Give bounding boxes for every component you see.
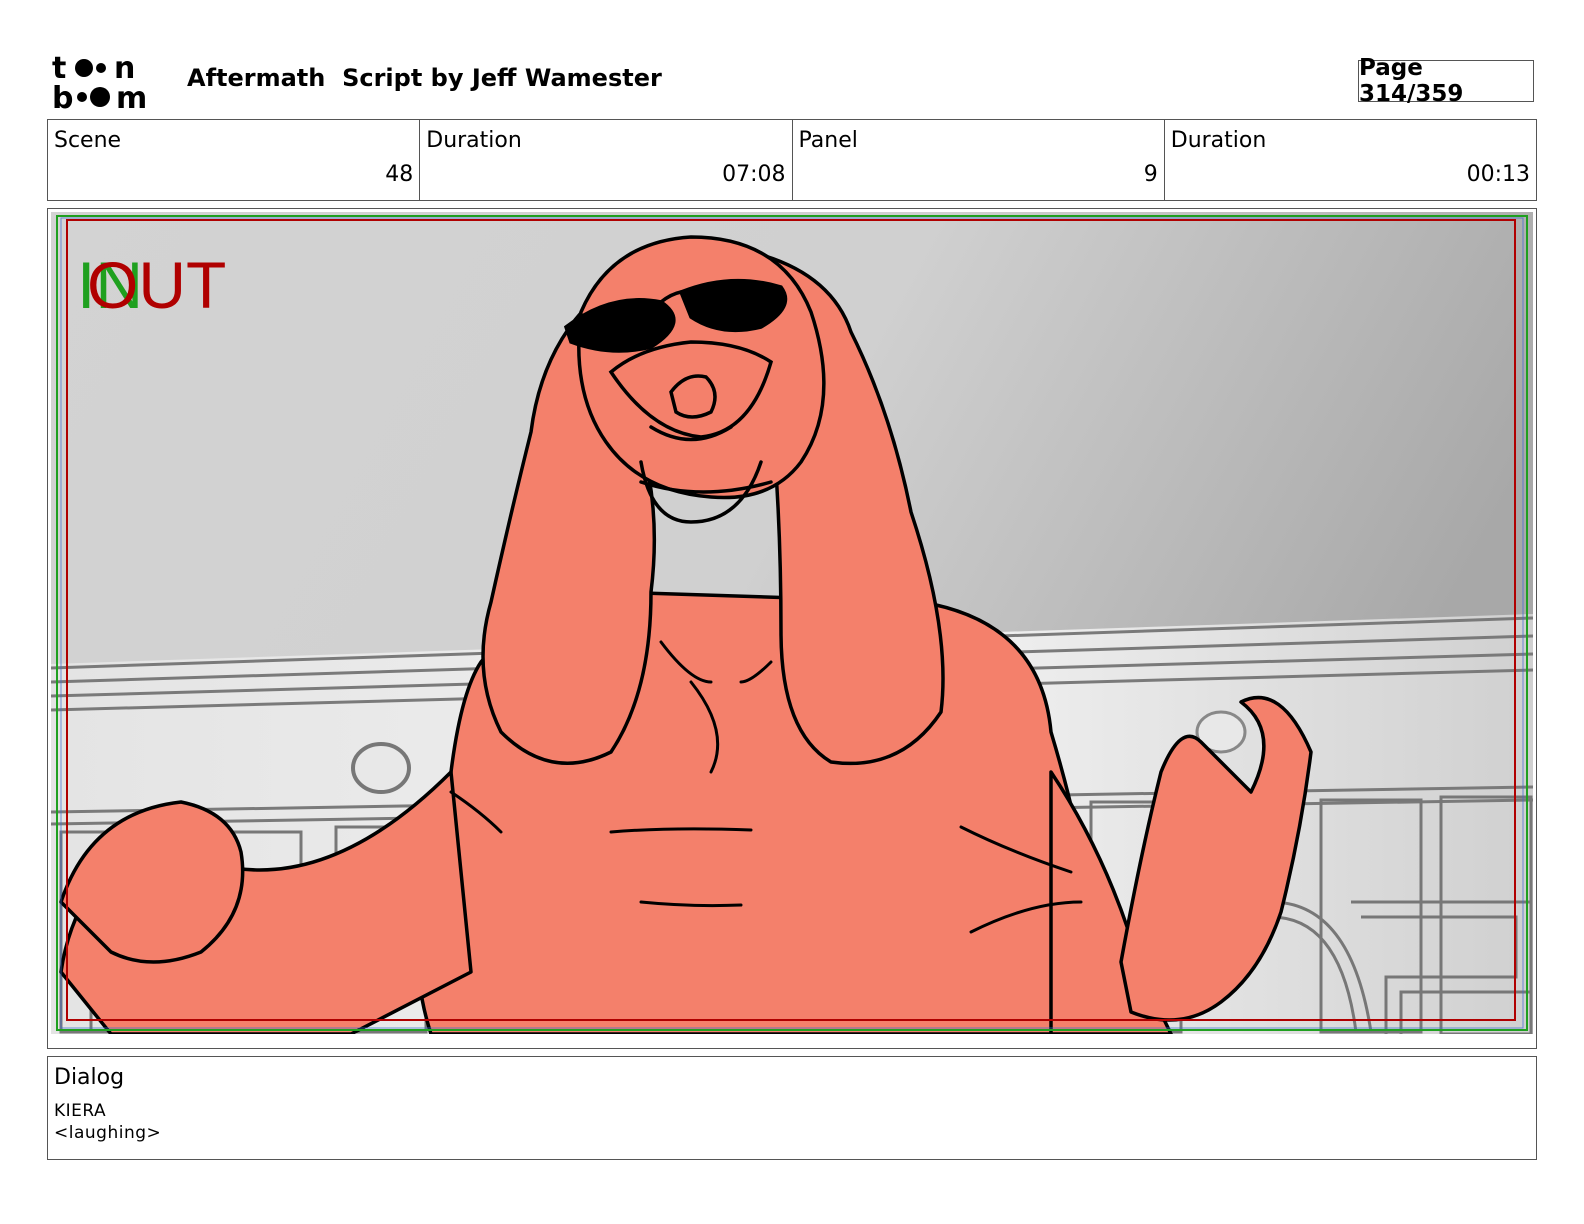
scene-duration-value: 07:08: [722, 162, 786, 187]
scene-cell: Scene 48: [48, 120, 421, 200]
panel-drawing: IN OUT: [51, 212, 1533, 1034]
panel-duration-value: 00:13: [1466, 162, 1530, 187]
panel-value: 9: [1143, 162, 1158, 187]
svg-text:b: b: [52, 81, 73, 112]
dialog-character: KIERA: [54, 1101, 107, 1121]
scene-info-table: Scene 48 Duration 07:08 Panel 9 Duration…: [47, 119, 1537, 201]
page-indicator: Page 314/359: [1358, 55, 1534, 107]
storyboard-panel: IN OUT: [47, 208, 1537, 1049]
panel-duration-cell: Duration 00:13: [1165, 120, 1536, 200]
dialog-title: Dialog: [54, 1065, 125, 1090]
document-title: Aftermath Script by Jeff Wamester: [187, 64, 662, 92]
scene-duration-cell: Duration 07:08: [420, 120, 793, 200]
porthole-window: [351, 742, 411, 794]
dialog-line: <laughing>: [54, 1123, 162, 1143]
toon-boom-logo: t n b m: [52, 52, 147, 112]
panel-duration-label: Duration: [1170, 128, 1267, 153]
scene-label: Scene: [54, 128, 122, 153]
out-marker: OUT: [87, 248, 226, 322]
scene-duration-label: Duration: [426, 128, 522, 153]
panel-label: Panel: [798, 128, 858, 153]
dialog-section: Dialog KIERA <laughing>: [47, 1056, 1537, 1160]
scene-value: 48: [385, 162, 414, 187]
panel-cell: Panel 9: [793, 120, 1165, 200]
svg-text:m: m: [116, 81, 147, 112]
